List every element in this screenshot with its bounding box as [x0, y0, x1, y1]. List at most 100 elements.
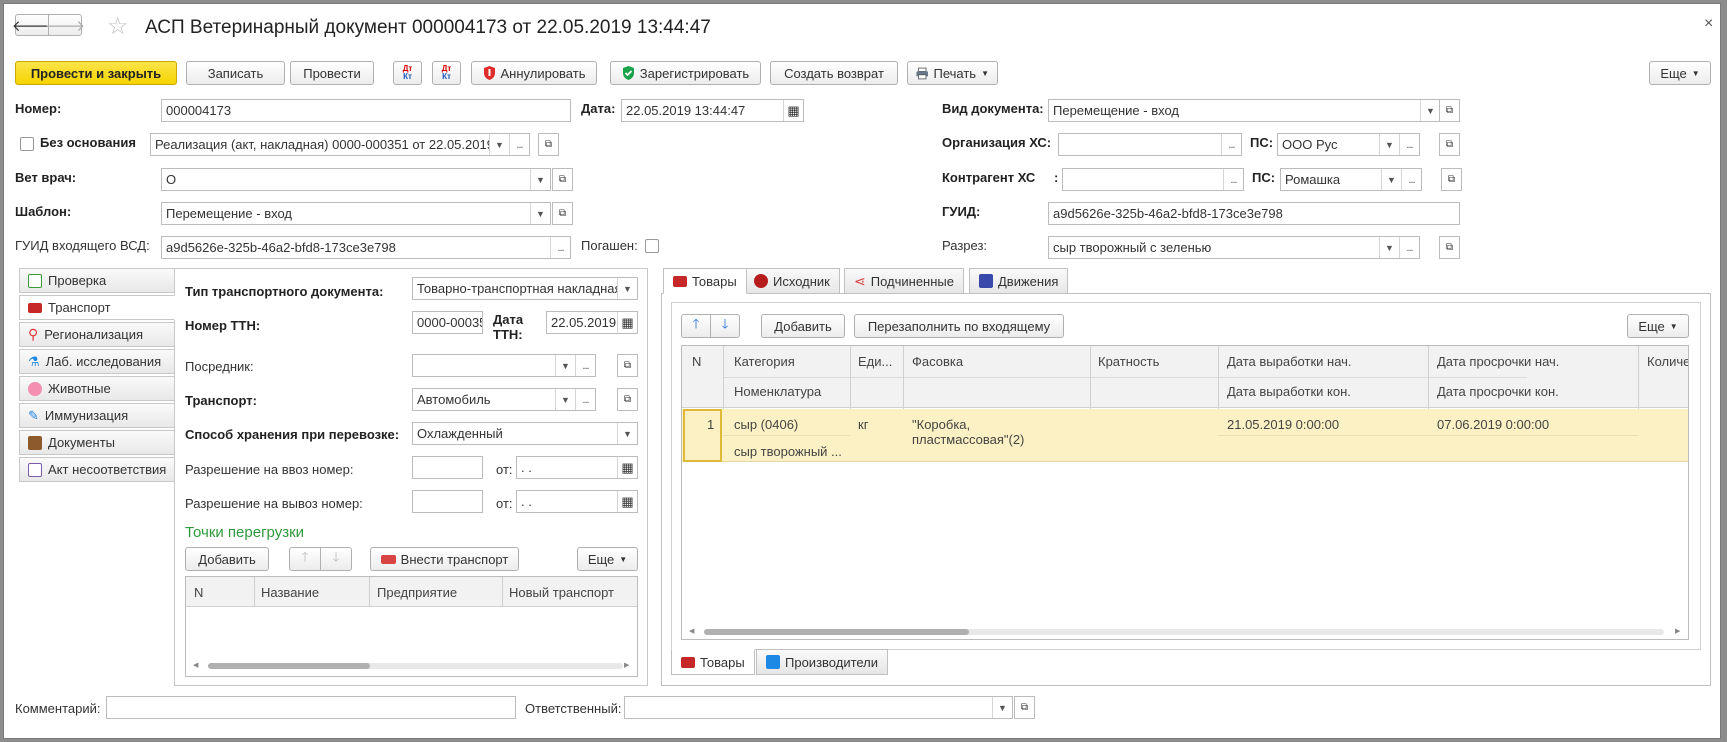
col-unit[interactable]: Еди...	[858, 354, 892, 369]
open-basis-button[interactable]: ⧉	[538, 133, 559, 156]
guid-in-field[interactable]: a9d5626e-325b-46a2-bfd8-173ce3e798...	[161, 236, 571, 259]
bottom-tab-goods[interactable]: Товары	[671, 649, 755, 675]
horizontal-scrollbar[interactable]	[208, 663, 623, 669]
calendar-icon[interactable]: ▦	[617, 457, 637, 478]
open-responsible-button[interactable]: ⧉	[1014, 696, 1035, 719]
calendar-icon[interactable]: ▦	[617, 312, 637, 333]
no-basis-checkbox[interactable]	[20, 137, 34, 151]
chevron-down-icon[interactable]: ▼	[1379, 134, 1399, 155]
forward-button[interactable]: 🡒	[45, 14, 85, 36]
export-number-field[interactable]	[412, 490, 483, 513]
ttn-field[interactable]: 0000-00035	[412, 311, 483, 334]
chevron-down-icon[interactable]: ▼	[555, 389, 575, 410]
more-button[interactable]: Еще ▼	[1649, 61, 1711, 85]
row-cell-focus[interactable]	[683, 409, 722, 462]
col-n[interactable]: N	[692, 354, 701, 369]
create-return-button[interactable]: Создать возврат	[770, 61, 898, 85]
dt-kt-report-button[interactable]: Дт Кт	[393, 61, 422, 85]
col-name[interactable]: Название	[261, 585, 319, 600]
chevron-down-icon[interactable]: ▼	[992, 697, 1012, 718]
annul-button[interactable]: Аннулировать	[471, 61, 597, 85]
col-packing[interactable]: Фасовка	[912, 354, 963, 369]
back-button[interactable]: 🡐	[12, 14, 52, 36]
export-date-field[interactable]: . . ▦	[516, 490, 638, 513]
org-field[interactable]: ...	[1058, 133, 1242, 156]
select-dots-icon[interactable]: ...	[1223, 169, 1243, 190]
template-field[interactable]: Перемещение - вход ▼	[161, 202, 551, 225]
chevron-down-icon[interactable]: ▼	[1381, 169, 1401, 190]
sidebar-item-check[interactable]: Проверка	[19, 268, 175, 293]
col-enterprise[interactable]: Предприятие	[377, 585, 457, 600]
sidebar-item-regionalization[interactable]: ⚲ Регионализация	[19, 322, 175, 347]
chevron-down-icon[interactable]: ▼	[489, 134, 509, 155]
print-button[interactable]: Печать ▼	[907, 61, 998, 85]
vet-field[interactable]: О ▼	[161, 168, 551, 191]
section-field[interactable]: сыр творожный с зеленью ▼...	[1048, 236, 1420, 259]
import-number-field[interactable]	[412, 456, 483, 479]
register-button[interactable]: Зарегистрировать	[610, 61, 761, 85]
basis-field[interactable]: Реализация (акт, накладная) 0000-000351 …	[150, 133, 530, 156]
ttn-date-field[interactable]: 22.05.2019 ▦	[546, 311, 638, 334]
comment-field[interactable]	[106, 696, 516, 719]
open-vehicle-button[interactable]: ⧉	[617, 388, 638, 411]
col-prod-end[interactable]: Дата выработки кон.	[1227, 384, 1351, 399]
chevron-down-icon[interactable]: ▼	[617, 278, 637, 299]
scrollbar-thumb[interactable]	[208, 663, 370, 669]
tab-source[interactable]: Исходник	[744, 268, 840, 294]
col-nomenclature[interactable]: Номенклатура	[734, 384, 821, 399]
chevron-down-icon[interactable]: ▼	[530, 203, 550, 224]
tab-movements[interactable]: Движения	[969, 268, 1069, 294]
post-and-close-button[interactable]: Провести и закрыть	[15, 61, 177, 85]
col-qty[interactable]: Количе	[1647, 354, 1688, 369]
chevron-down-icon[interactable]: ▼	[530, 169, 550, 190]
select-dots-icon[interactable]: ...	[550, 237, 570, 258]
select-dots-icon[interactable]: ...	[1399, 134, 1419, 155]
responsible-field[interactable]: ▼	[624, 696, 1013, 719]
chevron-down-icon[interactable]: ▼	[1420, 100, 1440, 121]
open-contr-ps-button[interactable]: ⧉	[1441, 168, 1462, 191]
select-dots-icon[interactable]: ...	[575, 355, 595, 376]
col-category[interactable]: Категория	[734, 354, 795, 369]
post-button[interactable]: Провести	[290, 61, 374, 85]
doctype-field[interactable]: Перемещение - вход ▼	[1048, 99, 1441, 122]
horizontal-scrollbar[interactable]	[704, 629, 1664, 635]
calendar-icon[interactable]: ▦	[783, 100, 803, 121]
goods-move-down-button[interactable]: 🡓	[710, 314, 740, 338]
sidebar-item-transport[interactable]: Транспорт	[19, 295, 175, 320]
contr-field[interactable]: ...	[1062, 168, 1244, 191]
sidebar-item-lab[interactable]: ⚗ Лаб. исследования	[19, 349, 175, 374]
transship-more-button[interactable]: Еще ▼	[577, 547, 638, 571]
open-section-button[interactable]: ⧉	[1439, 236, 1460, 259]
col-n[interactable]: N	[194, 585, 203, 600]
add-transport-button[interactable]: Внести транспорт	[370, 547, 519, 571]
storage-field[interactable]: Охлажденный ▼	[412, 422, 638, 445]
goods-add-button[interactable]: Добавить	[761, 314, 845, 338]
open-doctype-button[interactable]: ⧉	[1439, 99, 1460, 122]
vehicle-field[interactable]: Автомобиль ▼...	[412, 388, 596, 411]
calendar-icon[interactable]: ▦	[617, 491, 637, 512]
doc-type-field[interactable]: Товарно-транспортная накладная ▼	[412, 277, 638, 300]
select-dots-icon[interactable]: ...	[509, 134, 529, 155]
chevron-down-icon[interactable]: ▼	[555, 355, 575, 376]
number-field[interactable]: 000004173	[161, 99, 571, 122]
refill-button[interactable]: Перезаполнить по входящему	[854, 314, 1064, 338]
repaid-checkbox[interactable]	[645, 239, 659, 253]
col-exp-start[interactable]: Дата просрочки нач.	[1437, 354, 1559, 369]
open-template-button[interactable]: ⧉	[552, 202, 573, 225]
sidebar-item-nonconformity[interactable]: Акт несоответствия	[19, 457, 175, 482]
select-dots-icon[interactable]: ...	[1401, 169, 1421, 190]
favorite-star-icon[interactable]: ☆	[107, 12, 129, 41]
col-exp-end[interactable]: Дата просрочки кон.	[1437, 384, 1559, 399]
select-dots-icon[interactable]: ...	[1399, 237, 1419, 258]
col-multiplicity[interactable]: Кратность	[1098, 354, 1159, 369]
select-dots-icon[interactable]: ...	[575, 389, 595, 410]
org-ps-field[interactable]: ООО Рус ▼...	[1277, 133, 1420, 156]
open-mediator-button[interactable]: ⧉	[617, 354, 638, 377]
chevron-down-icon[interactable]: ▼	[617, 423, 637, 444]
select-dots-icon[interactable]: ...	[1221, 134, 1241, 155]
import-date-field[interactable]: . . ▦	[516, 456, 638, 479]
open-vet-button[interactable]: ⧉	[552, 168, 573, 191]
transship-add-button[interactable]: Добавить	[185, 547, 269, 571]
tab-goods[interactable]: Товары	[663, 268, 747, 294]
contr-ps-field[interactable]: Ромашка ▼...	[1280, 168, 1422, 191]
